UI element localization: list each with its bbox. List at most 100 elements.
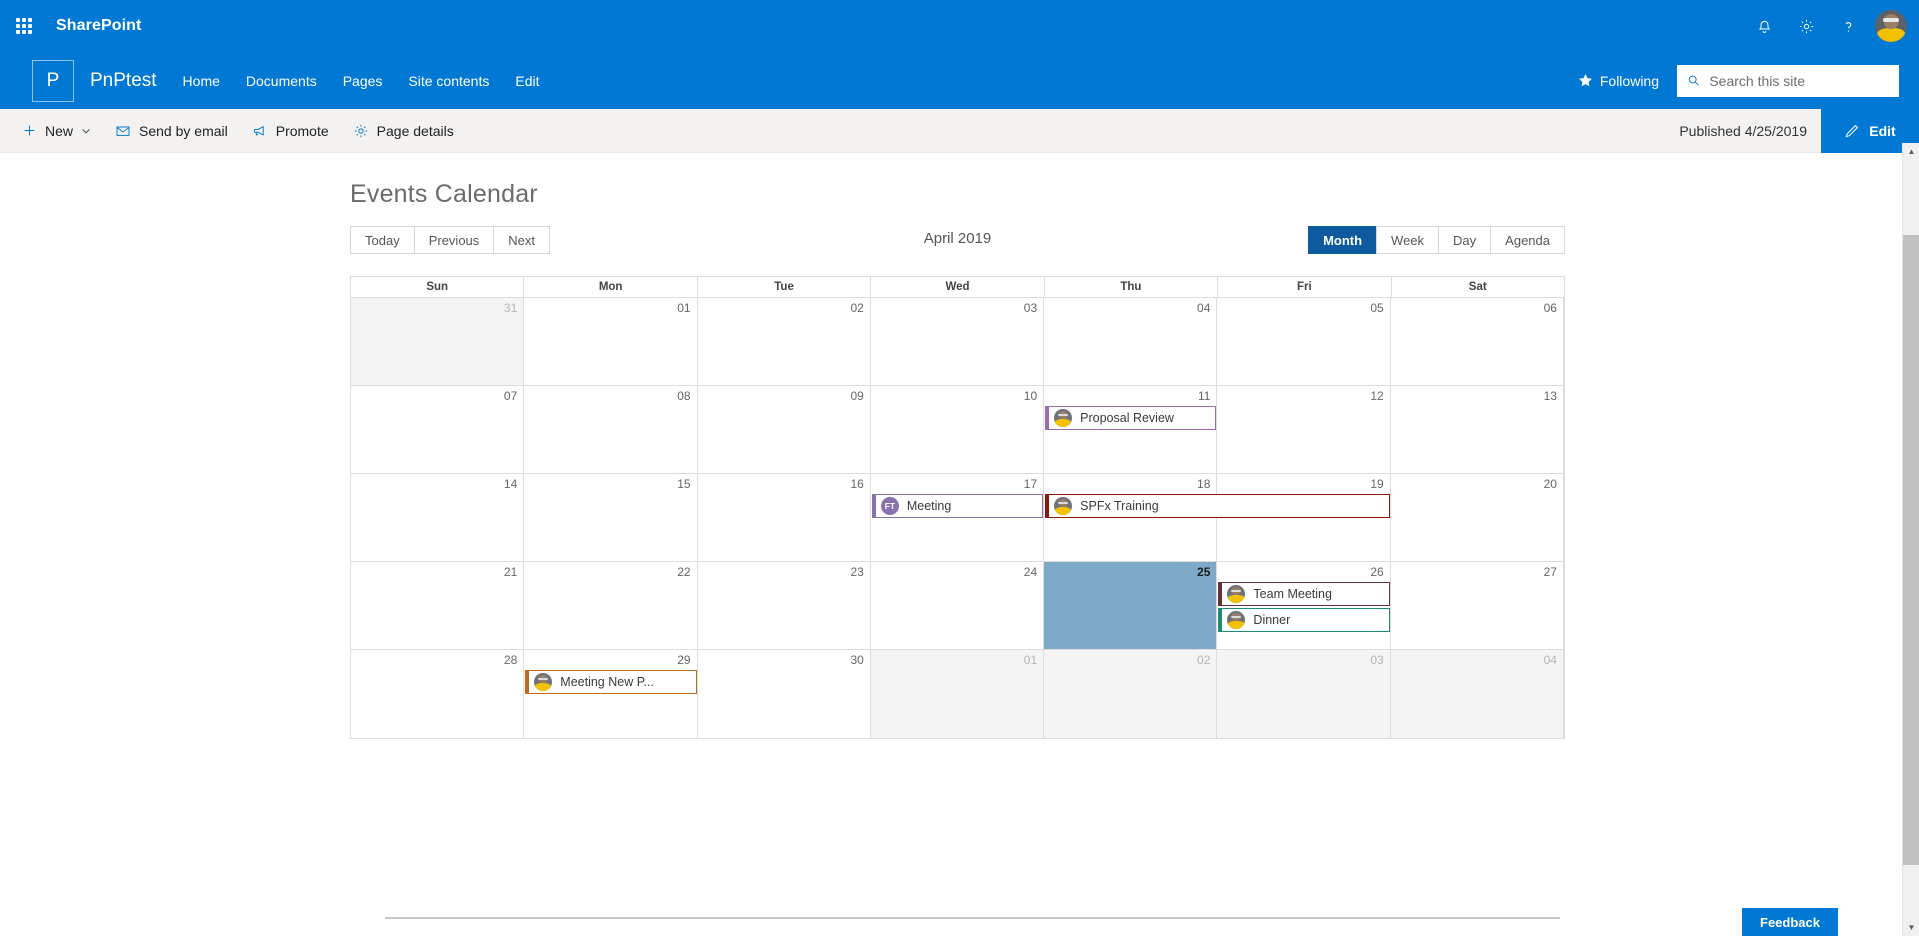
calendar-event[interactable]: Meeting New P... bbox=[525, 670, 697, 694]
calendar-day-cell[interactable]: 02 bbox=[1044, 650, 1218, 738]
calendar-day-cell[interactable]: 08 bbox=[524, 386, 698, 473]
calendar-event[interactable]: FT Meeting bbox=[871, 494, 1044, 518]
edit-label: Edit bbox=[1869, 123, 1896, 139]
scroll-down-arrow-icon[interactable]: ▼ bbox=[1903, 919, 1919, 936]
scrollbar-thumb[interactable] bbox=[1903, 235, 1919, 865]
suite-brand[interactable]: SharePoint bbox=[56, 17, 141, 35]
calendar-day-cell[interactable]: 20 bbox=[1390, 474, 1564, 561]
calendar-day-cell[interactable]: 09 bbox=[697, 386, 871, 473]
event-title: Proposal Review bbox=[1080, 411, 1174, 425]
calendar-day-number: 28 bbox=[503, 653, 518, 667]
calendar-day-cell[interactable]: 23 bbox=[697, 562, 871, 649]
chevron-down-icon bbox=[82, 128, 90, 134]
calendar-event[interactable]: SPFx Training bbox=[1045, 494, 1390, 518]
page-title: Events Calendar bbox=[350, 180, 538, 208]
calendar-day-number: 07 bbox=[503, 389, 518, 403]
calendar-day-cell[interactable]: 06 bbox=[1390, 298, 1564, 385]
nav-item-site-contents[interactable]: Site contents bbox=[408, 73, 489, 89]
page-details-button[interactable]: Page details bbox=[341, 109, 466, 153]
calendar-week-row: 07 08 09 10 11 12 13 Proposal Review bbox=[351, 386, 1564, 474]
calendar-day-number: 17 bbox=[1023, 477, 1038, 491]
calendar-day-number: 04 bbox=[1543, 653, 1557, 667]
calendar-day-cell[interactable]: 14 bbox=[351, 474, 525, 561]
calendar-day-number: 08 bbox=[677, 389, 691, 403]
calendar-day-cell[interactable]: 10 bbox=[870, 386, 1045, 473]
settings-gear-icon[interactable] bbox=[1785, 0, 1827, 52]
calendar-day-cell[interactable]: 31 bbox=[351, 298, 525, 385]
calendar-day-number: 04 bbox=[1197, 301, 1211, 315]
suite-bar: SharePoint bbox=[0, 0, 1919, 52]
nav-item-documents[interactable]: Documents bbox=[246, 73, 317, 89]
promote-button[interactable]: Promote bbox=[240, 109, 341, 153]
calendar-day-cell[interactable]: 28 bbox=[351, 650, 525, 738]
weekday-header-tue: Tue bbox=[698, 277, 872, 297]
calendar-day-number: 15 bbox=[677, 477, 691, 491]
calendar-day-cell[interactable]: 03 bbox=[870, 298, 1045, 385]
calendar-day-number: 29 bbox=[677, 653, 691, 667]
calendar-day-number: 14 bbox=[503, 477, 518, 491]
megaphone-icon bbox=[253, 125, 264, 136]
following-button[interactable]: Following bbox=[1578, 73, 1659, 89]
site-title[interactable]: PnPtest bbox=[90, 70, 157, 92]
calendar-day-number: 20 bbox=[1543, 477, 1557, 491]
calendar-day-cell[interactable]: 07 bbox=[351, 386, 525, 473]
weekday-header-thu: Thu bbox=[1045, 277, 1219, 297]
calendar-day-cell[interactable]: 04 bbox=[1044, 298, 1218, 385]
calendar-day-number: 10 bbox=[1023, 389, 1038, 403]
calendar-day-cell[interactable]: 15 bbox=[524, 474, 698, 561]
envelope-icon bbox=[116, 126, 130, 136]
nav-item-home[interactable]: Home bbox=[183, 73, 220, 89]
calendar-day-number: 26 bbox=[1370, 565, 1384, 579]
weekday-header-sun: Sun bbox=[351, 277, 525, 297]
weekday-header-sat: Sat bbox=[1468, 281, 1487, 293]
scroll-up-arrow-icon[interactable]: ▲ bbox=[1903, 143, 1919, 160]
calendar-event[interactable]: Dinner bbox=[1218, 608, 1390, 632]
waffle-icon[interactable] bbox=[0, 0, 48, 52]
calendar-day-cell[interactable]: 30 bbox=[697, 650, 871, 738]
help-question-icon[interactable] bbox=[1827, 0, 1869, 52]
gear-icon bbox=[354, 124, 367, 137]
weekday-header-fri: Fri bbox=[1218, 277, 1392, 297]
nav-item-edit[interactable]: Edit bbox=[515, 73, 539, 89]
view-week-button[interactable]: Week bbox=[1376, 226, 1440, 254]
calendar-day-cell[interactable]: 05 bbox=[1217, 298, 1391, 385]
calendar-event[interactable]: Team Meeting bbox=[1218, 582, 1390, 606]
site-search-box[interactable] bbox=[1677, 64, 1899, 97]
new-button[interactable]: New bbox=[10, 109, 103, 153]
user-avatar[interactable] bbox=[1875, 10, 1907, 42]
calendar-day-cell[interactable]: 13 bbox=[1390, 386, 1564, 473]
feedback-button[interactable]: Feedback bbox=[1742, 908, 1838, 936]
event-avatar bbox=[1054, 497, 1073, 515]
calendar-day-number: 27 bbox=[1543, 565, 1557, 579]
calendar-event[interactable]: Proposal Review bbox=[1045, 406, 1217, 430]
page-scrollbar[interactable]: ▲ ▼ bbox=[1902, 143, 1919, 936]
calendar-day-cell[interactable]: 22 bbox=[524, 562, 698, 649]
calendar-day-cell[interactable]: 27 bbox=[1390, 562, 1564, 649]
nav-item-pages[interactable]: Pages bbox=[343, 73, 383, 89]
calendar-day-cell[interactable]: 03 bbox=[1217, 650, 1391, 738]
calendar-week-row: 14 15 16 17 18 19 20 FT Meeting SPFx Training bbox=[351, 474, 1564, 562]
calendar-day-cell[interactable]: 12 bbox=[1217, 386, 1391, 473]
send-by-email-button[interactable]: Send by email bbox=[103, 109, 240, 153]
view-agenda-button[interactable]: Agenda bbox=[1490, 226, 1565, 254]
calendar-day-cell[interactable]: 01 bbox=[870, 650, 1045, 738]
calendar-day-number: 19 bbox=[1370, 477, 1384, 491]
site-logo: P bbox=[32, 59, 74, 102]
notifications-icon[interactable] bbox=[1743, 0, 1785, 52]
calendar-day-cell[interactable]: 02 bbox=[697, 298, 871, 385]
calendar-day-cell[interactable]: 29 bbox=[524, 650, 698, 738]
calendar-day-cell[interactable]: 24 bbox=[870, 562, 1045, 649]
calendar-day-number: 25 bbox=[1197, 565, 1211, 579]
calendar-day-cell[interactable]: 01 bbox=[524, 298, 698, 385]
events-calendar-webpart: Events Calendar Today Previous Next Apri… bbox=[350, 153, 1565, 739]
calendar-day-cell[interactable]: 21 bbox=[351, 562, 525, 649]
event-avatar bbox=[534, 673, 553, 691]
view-day-button[interactable]: Day bbox=[1438, 226, 1492, 254]
search-input[interactable] bbox=[1709, 72, 1889, 89]
event-avatar bbox=[1054, 409, 1073, 427]
pencil-icon bbox=[1845, 124, 1859, 138]
calendar-day-cell[interactable]: 25 bbox=[1044, 562, 1218, 649]
calendar-day-cell[interactable]: 04 bbox=[1390, 650, 1564, 738]
calendar-day-cell[interactable]: 16 bbox=[697, 474, 871, 561]
view-month-button[interactable]: Month bbox=[1308, 226, 1378, 254]
